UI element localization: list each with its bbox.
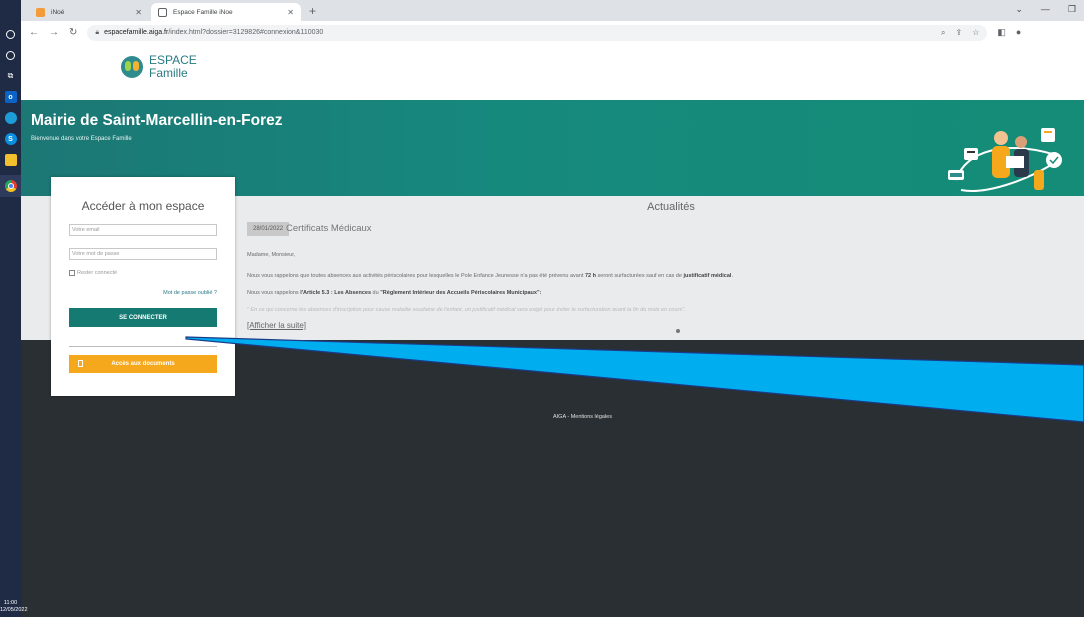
lock-icon[interactable]: 🔒︎ [95, 29, 99, 37]
zoom-icon[interactable]: ⌕ [941, 28, 945, 38]
clock-time: 11:00 [3, 600, 18, 606]
url-host: espacefamille.aiga.fr [104, 29, 169, 36]
tab-strip: iNoé ✕ Espace Famille iNoe ✕ + ⌄ — ❐ [21, 0, 1084, 21]
bookmark-star-icon[interactable]: ☆ [972, 28, 979, 38]
remember-checkbox[interactable] [69, 270, 75, 276]
divider [69, 346, 217, 347]
globe-favicon-icon [158, 7, 167, 17]
news-paragraph-2: Nous vous rappelons l'Article 5.3 : Les … [247, 290, 542, 296]
tab-search-icon[interactable]: ⌄ [1015, 4, 1023, 15]
email-field[interactable] [69, 224, 217, 236]
browser-chrome: iNoé ✕ Espace Famille iNoe ✕ + ⌄ — ❐ ← →… [21, 0, 1084, 44]
clock-date: 12/05/2022 [0, 607, 28, 613]
side-panel-icon[interactable]: ◧ [997, 27, 1006, 38]
edge-icon[interactable] [4, 112, 17, 124]
logo-line2: Famille [149, 66, 188, 80]
skype-icon[interactable]: S [4, 133, 17, 145]
document-icon [78, 360, 83, 367]
task-view-icon[interactable]: ⧉ [5, 70, 17, 82]
news-date-badge: 28/01/2022 [247, 222, 290, 236]
address-bar[interactable]: 🔒︎ espacefamille.aiga.fr /index.html?dos… [87, 24, 988, 41]
news-greeting: Madame, Monsieur, [247, 252, 296, 258]
password-field[interactable] [69, 248, 217, 260]
tab-inoe[interactable]: iNoé ✕ [29, 3, 149, 21]
web-page: ESPACE Famille Mairie de Saint-Marcellin… [21, 44, 1084, 617]
news-section-title: Actualités [647, 201, 695, 213]
window-controls: ⌄ — ❐ [1015, 4, 1076, 15]
connect-button[interactable]: SE CONNECTER [69, 308, 217, 327]
login-title: Accéder à mon espace [81, 199, 205, 213]
show-more-link[interactable]: [Afficher la suite] [247, 321, 306, 330]
tab-label: Espace Famille iNoe [173, 8, 233, 16]
close-icon[interactable]: ✕ [135, 8, 142, 17]
address-row: ← → ↻ 🔒︎ espacefamille.aiga.fr /index.ht… [21, 21, 1084, 44]
family-logo-icon [121, 56, 143, 78]
remember-label: Rester connecté [77, 270, 118, 276]
page-title: Mairie de Saint-Marcellin-en-Forez [31, 112, 283, 129]
minimize-icon[interactable]: — [1041, 4, 1050, 15]
family-illustration-icon [948, 128, 1062, 192]
url-path: /index.html?dossier=3129826#connexion&11… [168, 29, 324, 36]
forward-arrow-icon[interactable]: → [49, 27, 59, 38]
documents-button[interactable]: Accès aux documents [69, 355, 217, 373]
back-arrow-icon[interactable]: ← [29, 27, 39, 38]
file-explorer-icon[interactable] [4, 154, 17, 166]
chrome-icon [4, 180, 17, 192]
cortana-icon[interactable] [5, 49, 17, 61]
inoe-favicon-icon [36, 7, 45, 17]
reload-icon[interactable]: ↻ [69, 27, 77, 38]
carousel-dot[interactable] [676, 329, 680, 333]
taskbar-item-chrome[interactable] [0, 175, 21, 197]
news-headline: Certificats Médicaux [286, 223, 372, 234]
footer-links[interactable]: AIGA - Mentions légales [21, 414, 1084, 420]
forgot-password-link[interactable]: Mot de passe oublié ? [163, 290, 217, 296]
new-tab-icon[interactable]: + [309, 4, 316, 18]
share-icon[interactable]: ⇪ [956, 28, 963, 38]
taskbar-clock[interactable]: 11:00 12/05/2022 [0, 600, 28, 614]
close-icon[interactable]: ✕ [287, 8, 294, 17]
outlook-icon[interactable]: o [4, 91, 17, 103]
search-icon[interactable] [5, 28, 17, 40]
tab-label: iNoé [51, 8, 65, 16]
remember-me[interactable]: Rester connecté [69, 270, 117, 276]
windows-start-icon[interactable] [5, 8, 16, 19]
brand-header: ESPACE Famille [21, 44, 1084, 100]
espace-famille-logo[interactable]: ESPACE Famille [121, 54, 197, 80]
documents-label: Accès aux documents [111, 361, 175, 367]
news-paragraph-3: " En ce qui concerne les absences d'insc… [247, 307, 686, 313]
profile-icon[interactable]: ● [1016, 27, 1021, 38]
news-paragraph-1: Nous vous rappelons que toutes absences … [247, 273, 733, 279]
login-card: Accéder à mon espace Rester connecté Mot… [51, 177, 235, 396]
tab-espace-famille[interactable]: Espace Famille iNoe ✕ [151, 3, 301, 21]
windows-taskbar: ⧉ o S 11:00 12/05/2022 [0, 0, 28, 617]
restore-icon[interactable]: ❐ [1068, 4, 1076, 15]
page-subtitle: Bienvenue dans votre Espace Famille [31, 136, 132, 142]
